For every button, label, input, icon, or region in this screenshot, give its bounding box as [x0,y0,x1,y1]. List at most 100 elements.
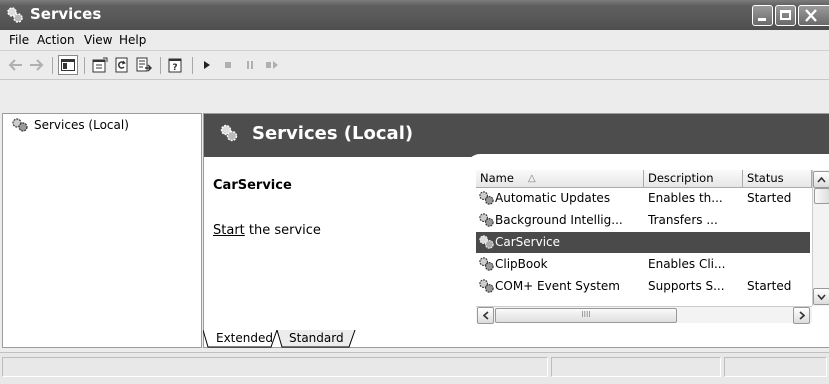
services-window: Services File Action View Help ? Service… [0,0,829,384]
list-item[interactable]: COM+ Event System Supports S... Started [476,276,810,297]
column-name-label: Name [480,171,514,185]
close-icon [805,9,817,22]
restart-service-button[interactable] [262,55,282,75]
status-panel [2,357,548,377]
list-item-selected[interactable]: CarService [476,232,810,253]
list-header: Name △ Description Status [476,170,829,188]
menu-action[interactable]: Action [37,33,75,47]
service-action: Start the service [213,223,321,238]
service-name: Background Intellig... [495,213,623,227]
column-header-description[interactable]: Description [644,170,743,187]
back-icon [8,59,22,71]
chevron-down-icon [817,293,826,300]
list-item[interactable]: Automatic Updates Enables th... Started [476,188,810,209]
toolbar: ? [0,51,829,80]
menu-view[interactable]: View [84,33,112,47]
menu-file[interactable]: File [9,33,29,47]
help-button[interactable]: ? [166,55,186,75]
service-name: COM+ Event System [495,279,620,293]
refresh-icon [115,57,128,73]
list-item[interactable]: Background Intellig... Transfers ... [476,210,810,231]
menu-bar: File Action View Help [0,30,829,51]
service-gear-icon [479,279,494,293]
menu-help[interactable]: Help [119,33,146,47]
column-header-status[interactable]: Status [743,170,812,187]
show-hide-tree-button[interactable] [58,55,78,75]
tree-node-label: Services (Local) [34,118,129,132]
title-bar[interactable]: Services [0,0,829,30]
horizontal-scroll-thumb[interactable]: IIII [495,308,677,323]
service-description: Supports S... [648,279,725,293]
properties-icon [92,57,108,73]
close-button[interactable] [798,5,829,26]
service-gear-icon [479,191,494,205]
service-gear-icon [479,235,494,249]
forward-button[interactable] [27,55,47,75]
start-service-button[interactable] [197,55,217,75]
scroll-down-button[interactable] [813,288,829,305]
maximize-button[interactable] [775,5,796,26]
services-gears-icon [220,124,238,142]
view-tabs: Extended Standard [203,330,829,348]
horizontal-scrollbar[interactable]: IIII [476,306,812,324]
minimize-icon [758,18,766,21]
column-header-name[interactable]: Name △ [476,170,644,187]
service-action-text: the service [244,223,321,238]
list-item[interactable]: ClipBook Enables Cli... [476,254,810,275]
toolbar-separator [52,57,53,74]
pause-service-button[interactable] [240,55,260,75]
sort-ascending-icon: △ [528,173,536,184]
refresh-button[interactable] [112,55,132,75]
service-gear-icon [479,213,494,227]
play-icon [204,61,210,69]
properties-button[interactable] [90,55,110,75]
minimize-button[interactable] [752,5,773,26]
status-bar [0,352,829,384]
back-button[interactable] [5,55,25,75]
chevron-up-icon [817,176,826,183]
pane-title: Services (Local) [252,123,414,144]
pause-icon [247,61,253,69]
export-list-icon [136,57,152,72]
tab-standard[interactable]: Standard [289,330,344,347]
vertical-scrollbar[interactable] [812,170,829,306]
service-description: Enables th... [648,191,723,205]
service-name: Automatic Updates [495,191,611,205]
start-service-link[interactable]: Start [213,223,245,238]
scroll-right-button[interactable] [793,307,810,324]
service-gear-icon [479,257,494,271]
help-icon: ? [168,58,182,73]
scroll-up-button[interactable] [813,171,829,188]
toolbar-separator [160,57,161,74]
services-gears-icon [12,118,28,132]
toolbar-separator [192,57,193,74]
service-name: ClipBook [495,257,548,271]
svg-text:?: ? [172,63,177,73]
scroll-left-button[interactable] [477,307,494,324]
service-description: Transfers ... [648,213,718,227]
export-list-button[interactable] [134,55,154,75]
stop-icon [225,62,231,68]
stop-service-button[interactable] [218,55,238,75]
service-description: Enables Cli... [648,257,726,271]
selected-service-name: CarService [213,178,292,193]
service-status: Started [747,279,792,293]
console-tree-pane: Services (Local) [2,113,202,348]
chevron-left-icon [482,311,489,320]
status-panel [551,357,721,377]
header-curve [466,154,829,168]
services-list: Name △ Description Status Automatic Upda… [476,170,829,324]
vertical-scroll-thumb[interactable] [814,188,829,204]
forward-icon [30,59,44,71]
show-hide-tree-icon [61,59,75,71]
status-panel [724,357,827,377]
chevron-right-icon [798,311,805,320]
tab-extended[interactable]: Extended [216,330,273,347]
pane-header: Services (Local) [204,114,829,157]
services-gears-icon [7,7,23,23]
service-name: CarService [495,235,561,249]
tree-node-services-local[interactable]: Services (Local) [11,117,129,133]
toolbar-separator [84,57,85,74]
service-status: Started [747,191,792,205]
maximize-icon [780,10,791,20]
